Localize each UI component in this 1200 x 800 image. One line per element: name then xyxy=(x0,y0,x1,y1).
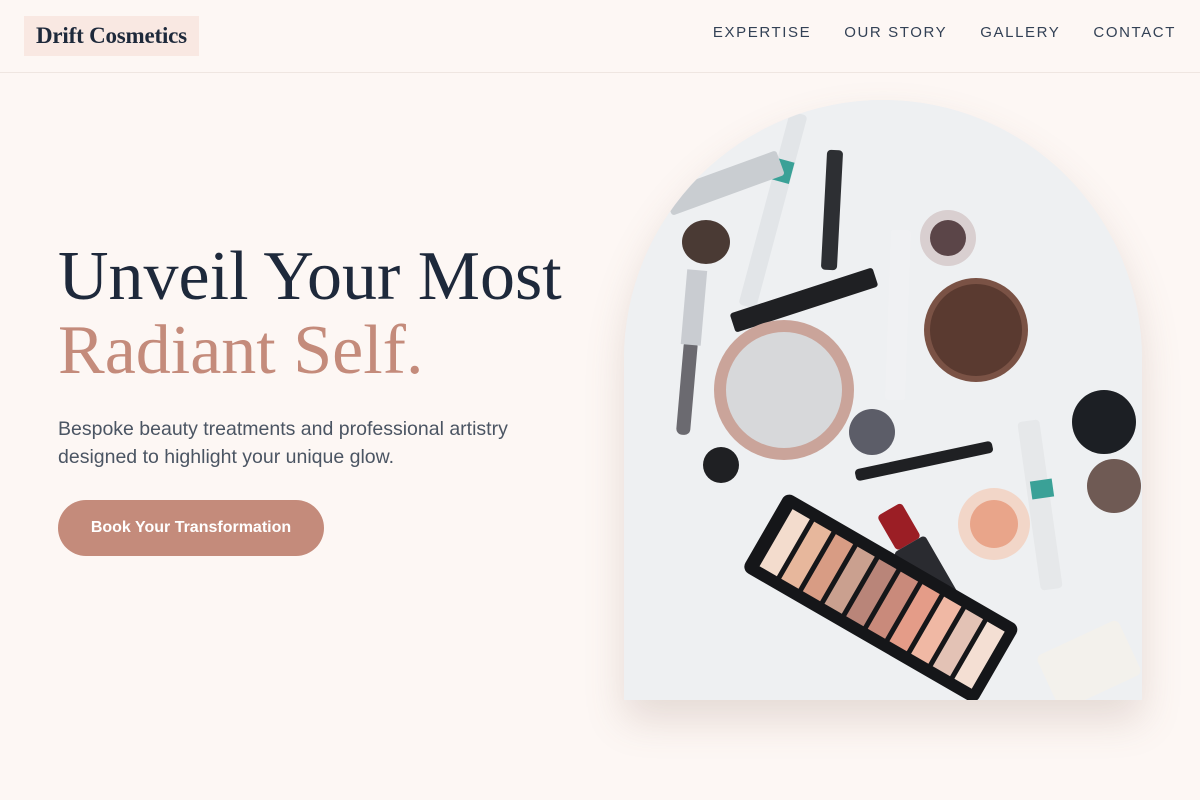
book-transformation-button[interactable]: Book Your Transformation xyxy=(58,500,324,556)
site-header: Drift Cosmetics EXPERTISE OUR STORY GALL… xyxy=(0,0,1200,73)
hero-image xyxy=(624,100,1142,700)
hero-section: Unveil Your Most Radiant Self. Bespoke b… xyxy=(58,240,618,471)
hero-title-line1: Unveil Your Most xyxy=(58,238,562,315)
hero-title: Unveil Your Most Radiant Self. xyxy=(58,240,618,388)
nav-item-our-story[interactable]: OUR STORY xyxy=(844,24,947,41)
makeup-flatlay-image xyxy=(624,100,1142,700)
main-nav: EXPERTISE OUR STORY GALLERY CONTACT xyxy=(713,24,1176,41)
nav-item-expertise[interactable]: EXPERTISE xyxy=(713,24,811,41)
nav-item-contact[interactable]: CONTACT xyxy=(1093,24,1176,41)
hero-subtitle: Bespoke beauty treatments and profession… xyxy=(58,418,508,468)
hero-title-line2: Radiant Self. xyxy=(58,312,424,389)
brand-logo[interactable]: Drift Cosmetics xyxy=(24,16,199,56)
nav-item-gallery[interactable]: GALLERY xyxy=(980,24,1060,41)
